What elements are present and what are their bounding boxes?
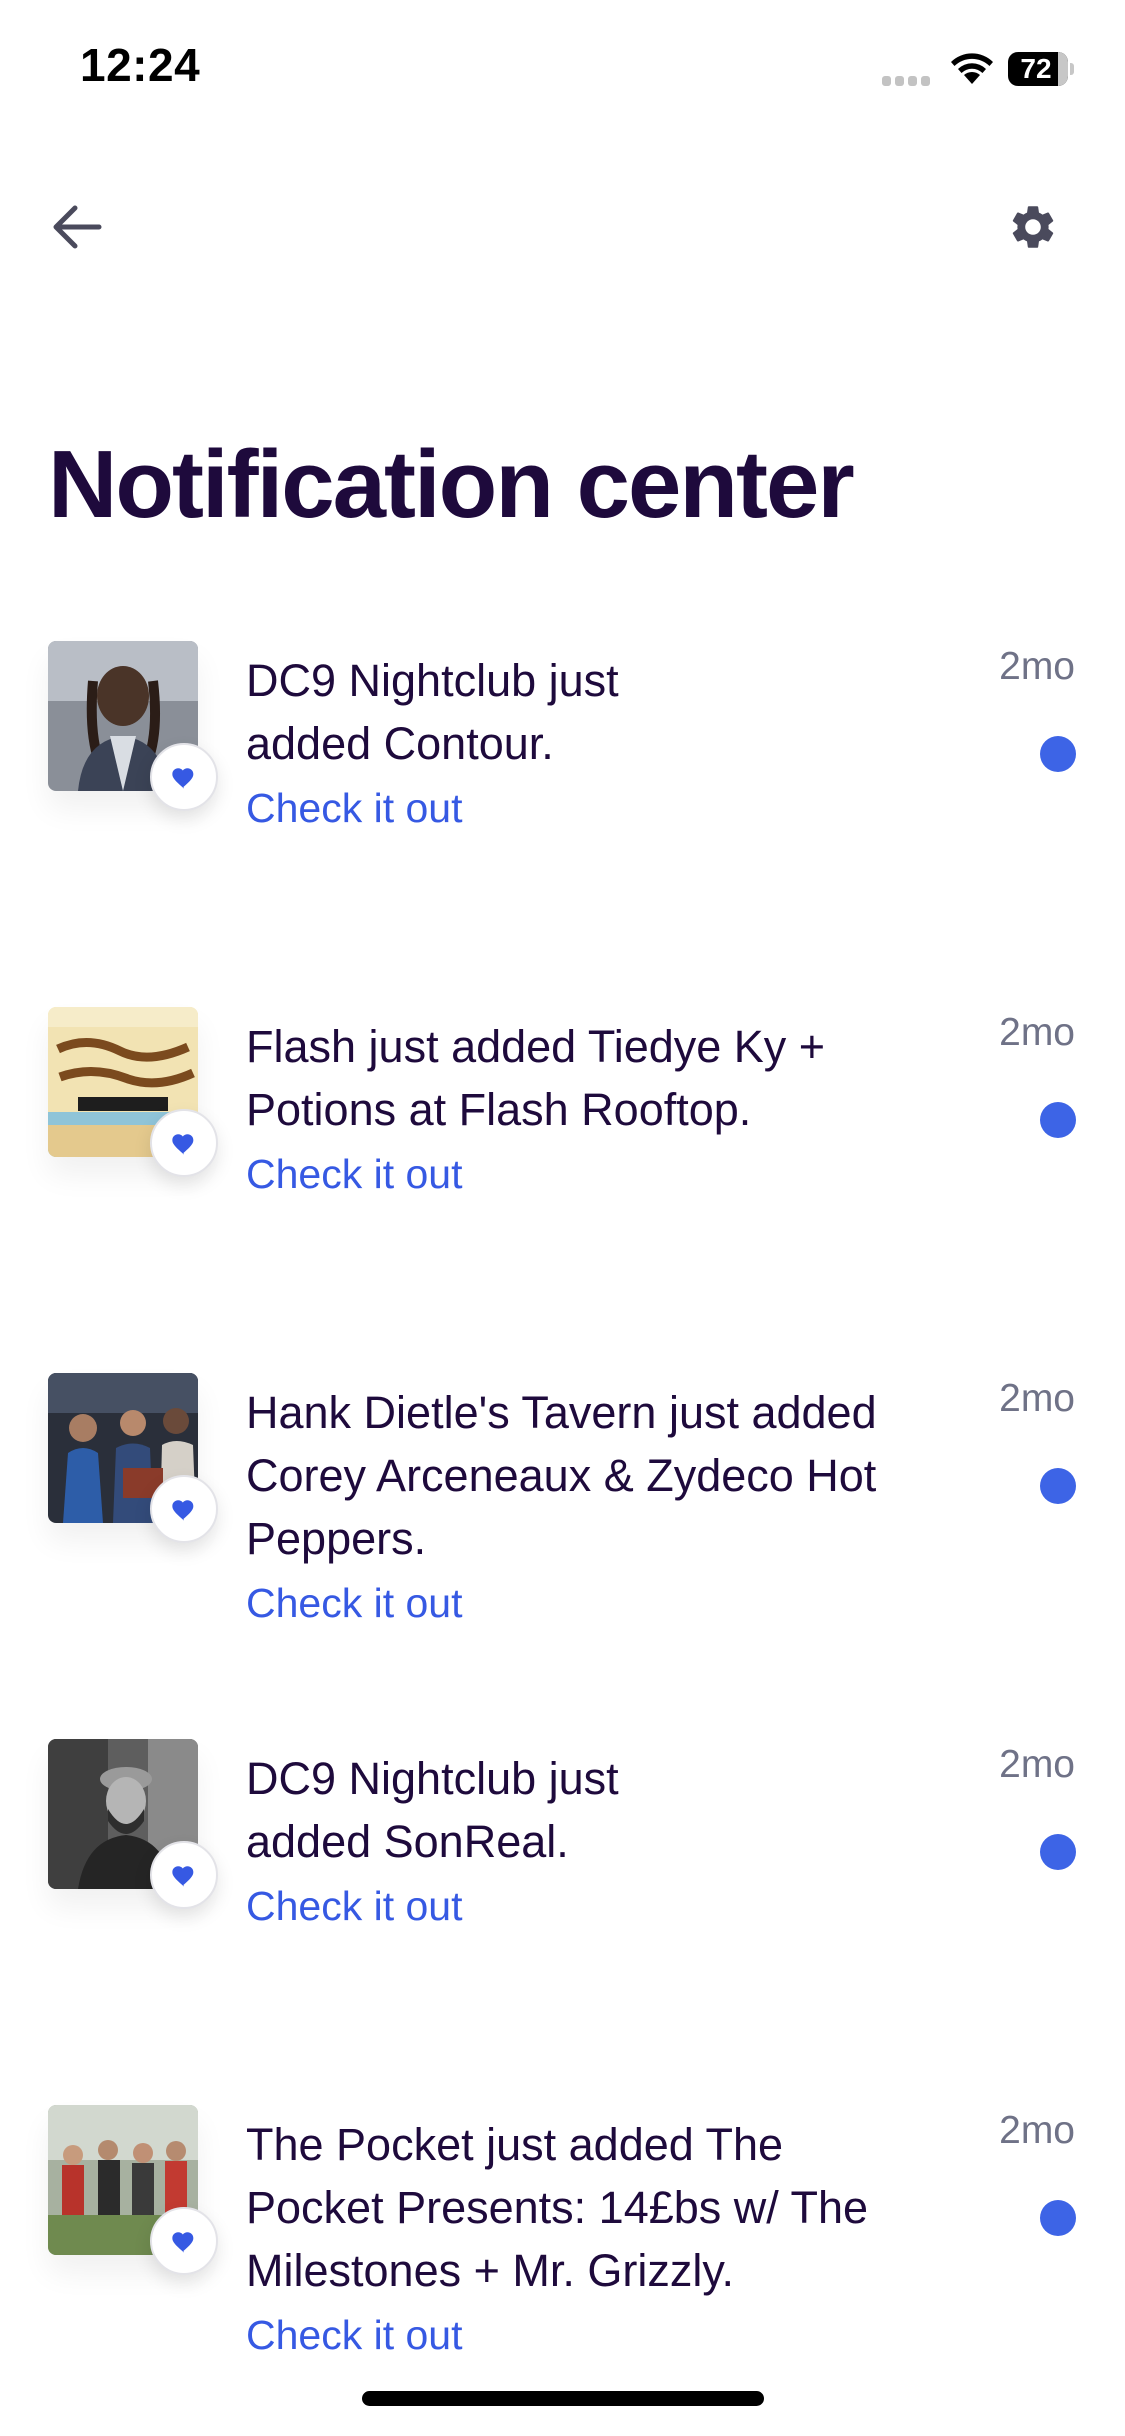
heart-icon xyxy=(172,1134,194,1155)
check-it-out-link[interactable]: Check it out xyxy=(246,1881,463,1931)
unread-indicator xyxy=(1040,1834,1076,1870)
notification-message: Flash just added Tiedye Ky + Potions at … xyxy=(246,1021,826,1135)
check-it-out-link[interactable]: Check it out xyxy=(246,1149,463,1199)
heart-icon xyxy=(172,768,194,789)
unread-indicator xyxy=(1040,736,1076,772)
notification-time: 2mo xyxy=(999,1377,1075,1420)
check-it-out-link[interactable]: Check it out xyxy=(246,783,463,833)
heart-icon xyxy=(172,1866,194,1887)
page-title: Notification center xyxy=(48,431,855,538)
battery-icon: 72 xyxy=(1008,52,1074,86)
notification-message: DC9 Nightclub just added Contour. xyxy=(246,655,619,769)
notification-message: Hank Dietle's Tavern just added Corey Ar… xyxy=(246,1387,877,1564)
unread-indicator xyxy=(1040,1468,1076,1504)
favorite-button[interactable] xyxy=(150,1109,218,1177)
status-time: 12:24 xyxy=(80,39,201,91)
notification-message: DC9 Nightclub just added SonReal. xyxy=(246,1753,619,1867)
heart-icon xyxy=(172,2232,194,2253)
cellular-signal-icon xyxy=(882,72,936,86)
notification-time: 2mo xyxy=(999,2109,1075,2152)
arrow-left-icon xyxy=(53,205,102,249)
check-it-out-link[interactable]: Check it out xyxy=(246,2310,463,2360)
unread-indicator xyxy=(1040,2200,1076,2236)
favorite-button[interactable] xyxy=(150,1841,218,1909)
notification-message: The Pocket just added The Pocket Present… xyxy=(246,2119,869,2296)
gear-icon xyxy=(1012,206,1054,248)
battery-level: 72 xyxy=(1020,53,1052,84)
notification-time: 2mo xyxy=(999,645,1075,688)
favorite-button[interactable] xyxy=(150,2207,218,2275)
status-bar: 12:24 72 xyxy=(0,0,1125,132)
notification-time: 2mo xyxy=(999,1743,1075,1786)
check-it-out-link[interactable]: Check it out xyxy=(246,1578,463,1628)
heart-icon xyxy=(172,1500,194,1521)
wifi-icon xyxy=(948,50,996,86)
settings-button[interactable] xyxy=(1000,196,1066,258)
notification-time: 2mo xyxy=(999,1011,1075,1054)
back-button[interactable] xyxy=(44,196,110,258)
home-indicator[interactable] xyxy=(362,2391,764,2406)
favorite-button[interactable] xyxy=(150,743,218,811)
unread-indicator xyxy=(1040,1102,1076,1138)
favorite-button[interactable] xyxy=(150,1475,218,1543)
